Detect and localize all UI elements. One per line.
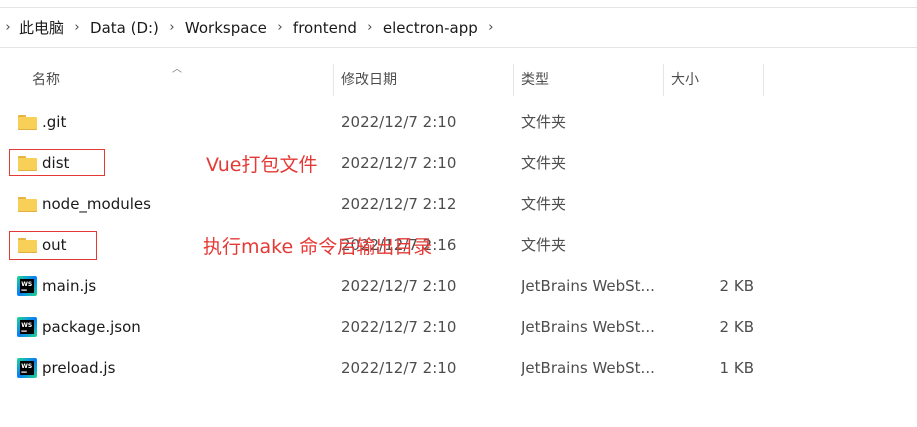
column-divider[interactable]	[663, 64, 664, 96]
file-row-git[interactable]: .git 2022/12/7 2:10 文件夹	[0, 102, 917, 143]
breadcrumb-item-electron-app[interactable]: electron-app	[383, 17, 478, 39]
file-date: 2022/12/7 2:10	[341, 277, 457, 295]
out-annotation: 执行make 命令后输出目录	[203, 236, 433, 258]
webstorm-icon: WS	[17, 317, 37, 337]
breadcrumb-item-workspace[interactable]: Workspace	[185, 17, 267, 39]
file-row-package-json[interactable]: WS package.json 2022/12/7 2:10 JetBrains…	[0, 307, 917, 348]
file-row-node-modules[interactable]: node_modules 2022/12/7 2:12 文件夹	[0, 184, 917, 225]
file-type: JetBrains WebSt...	[521, 318, 655, 336]
file-type: 文件夹	[521, 113, 567, 131]
column-divider[interactable]	[513, 64, 514, 96]
file-name: main.js	[42, 277, 97, 295]
webstorm-icon: WS	[17, 276, 37, 296]
chevron-right-icon[interactable]: ›	[486, 20, 496, 35]
file-type: JetBrains WebSt...	[521, 277, 655, 295]
file-type: 文件夹	[521, 236, 567, 254]
file-name: package.json	[42, 318, 141, 336]
chevron-right-icon[interactable]: ›	[167, 20, 177, 35]
file-name: .git	[42, 113, 67, 131]
file-date: 2022/12/7 2:10	[341, 113, 457, 131]
svg-text:WS: WS	[21, 363, 32, 370]
file-type: 文件夹	[521, 154, 567, 172]
file-row-out[interactable]: out 2022/12/7 2:16 文件夹	[0, 225, 917, 266]
file-type: 文件夹	[521, 195, 567, 213]
chevron-right-icon[interactable]: ›	[3, 20, 13, 35]
file-row-preload-js[interactable]: WS preload.js 2022/12/7 2:10 JetBrains W…	[0, 348, 917, 389]
file-row-main-js[interactable]: WS main.js 2022/12/7 2:10 JetBrains WebS…	[0, 266, 917, 307]
file-date: 2022/12/7 2:10	[341, 318, 457, 336]
breadcrumb-item-this-pc[interactable]: 此电脑	[19, 15, 64, 40]
dist-highlight-box	[9, 149, 105, 176]
column-divider[interactable]	[763, 64, 764, 96]
column-header-name[interactable]: 名称	[32, 64, 60, 96]
chevron-right-icon[interactable]: ›	[275, 20, 285, 35]
file-size: 2 KB	[719, 318, 754, 336]
svg-text:WS: WS	[21, 281, 32, 288]
column-header: ︿ 名称 修改日期 类型 大小	[0, 64, 917, 96]
column-header-date[interactable]: 修改日期	[341, 64, 397, 96]
file-date: 2022/12/7 2:10	[341, 359, 457, 377]
breadcrumb-item-frontend[interactable]: frontend	[293, 17, 357, 39]
breadcrumb-item-data-drive[interactable]: Data (D:)	[90, 17, 159, 39]
file-size: 1 KB	[719, 359, 754, 377]
column-header-type[interactable]: 类型	[521, 64, 549, 96]
svg-text:WS: WS	[21, 322, 32, 329]
sort-ascending-icon: ︿	[172, 64, 182, 75]
chevron-right-icon[interactable]: ›	[72, 20, 82, 35]
webstorm-icon: WS	[17, 358, 37, 378]
file-list: .git 2022/12/7 2:10 文件夹 dist 2022/12/7 2…	[0, 102, 917, 389]
folder-icon	[18, 115, 37, 130]
file-name: preload.js	[42, 359, 116, 377]
file-type: JetBrains WebSt...	[521, 359, 655, 377]
out-highlight-box	[9, 231, 97, 260]
file-name: node_modules	[42, 195, 151, 213]
column-divider[interactable]	[333, 64, 334, 96]
folder-icon	[18, 197, 37, 212]
breadcrumb: › 此电脑 › Data (D:) › Workspace › frontend…	[0, 7, 917, 48]
dist-annotation: Vue打包文件	[206, 154, 318, 176]
file-row-dist[interactable]: dist 2022/12/7 2:10 文件夹	[0, 143, 917, 184]
file-date: 2022/12/7 2:12	[341, 195, 457, 213]
file-date: 2022/12/7 2:10	[341, 154, 457, 172]
chevron-right-icon[interactable]: ›	[365, 20, 375, 35]
column-header-size[interactable]: 大小	[671, 64, 699, 96]
file-size: 2 KB	[719, 277, 754, 295]
